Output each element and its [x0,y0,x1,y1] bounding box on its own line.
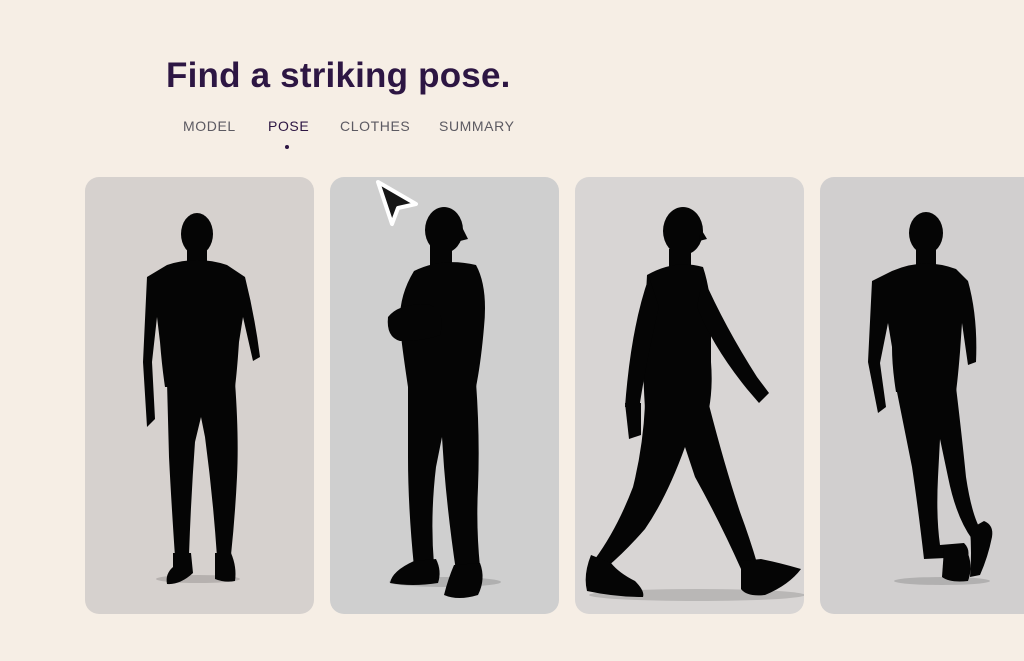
active-tab-indicator [285,145,289,149]
pose-card-crossed-legs[interactable] [820,177,1024,614]
tab-summary[interactable]: SUMMARY [439,116,515,136]
tab-clothes[interactable]: CLOTHES [340,116,410,136]
pose-card-walking[interactable] [575,177,804,614]
pose-card-arms-crossed[interactable] [330,177,559,614]
pose-selection-page: Find a striking pose. MODEL POSE CLOTHES… [0,0,1024,661]
pose-image-walking [575,177,804,614]
pose-image-arms-crossed [330,177,559,614]
pose-image-standing [85,177,314,614]
pose-card-standing[interactable] [85,177,314,614]
page-title: Find a striking pose. [166,56,511,95]
tab-model[interactable]: MODEL [183,116,236,136]
tab-pose[interactable]: POSE [268,116,309,136]
pose-image-crossed-legs [820,177,1024,614]
